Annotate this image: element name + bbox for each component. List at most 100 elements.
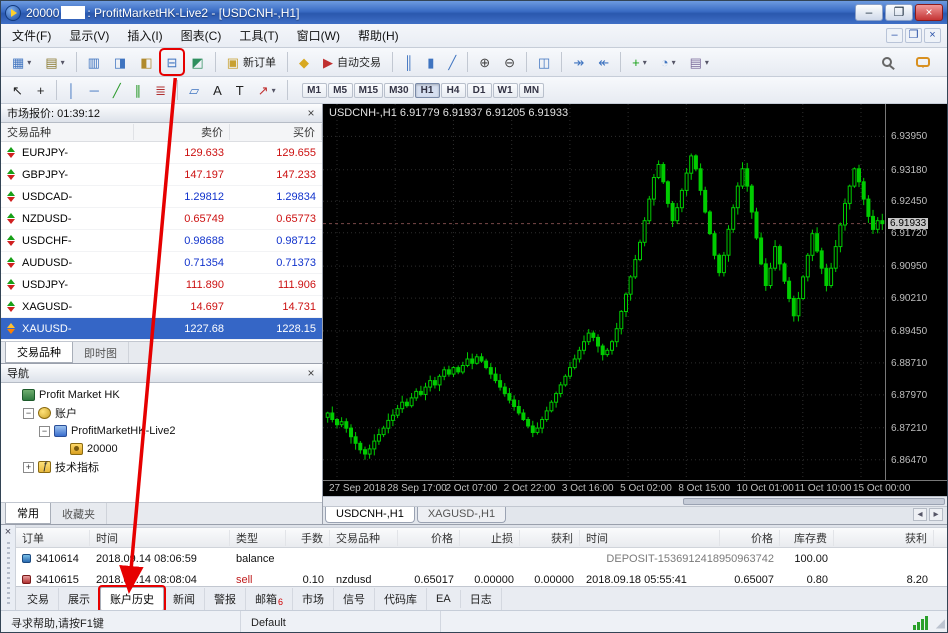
history-row[interactable]: 34106142018.09.14 08:06:59balanceDEPOSIT… — [16, 548, 947, 569]
chart-tab-usdcnh-h1[interactable]: USDCNH-,H1 — [325, 507, 415, 523]
profiles-button[interactable]: ▤▾ — [39, 50, 70, 74]
crosshair-button[interactable]: + — [31, 78, 51, 102]
terminal-tab-mailbox[interactable]: 邮箱6 — [246, 588, 293, 610]
scrollbar-thumb[interactable] — [683, 498, 945, 505]
terminal-tab-exposure[interactable]: 展示 — [59, 588, 100, 610]
timeframe-m1[interactable]: M1 — [302, 83, 327, 98]
terminal-button[interactable]: ⊟ — [161, 50, 184, 74]
market-watch-close-icon[interactable]: × — [304, 106, 318, 120]
column-header[interactable]: 止损 — [460, 530, 520, 546]
timeframe-m15[interactable]: M15 — [354, 83, 383, 98]
chart-usdcnh-h1[interactable]: USDCNH-,H1 6.91779 6.91937 6.91205 6.919… — [323, 104, 947, 496]
tree-item[interactable]: Profit Market HK — [1, 386, 322, 404]
new-order-button[interactable]: ▣新订单 — [221, 50, 282, 74]
column-header[interactable]: 时间 — [90, 530, 230, 546]
chart-scrollbar[interactable] — [323, 496, 947, 506]
vline-button[interactable]: │ — [62, 78, 82, 102]
mdi-close-button[interactable]: × — [924, 28, 941, 43]
history-row[interactable]: 34106152018.09.14 08:08:04sell0.10nzdusd… — [16, 569, 947, 586]
market-watch-row[interactable]: EURJPY-129.633129.655 — [1, 142, 322, 164]
new-chart-button[interactable]: ▦▾ — [6, 50, 37, 74]
menu-window[interactable]: 窗口(W) — [288, 24, 349, 47]
navigator-tab-common[interactable]: 常用 — [5, 503, 51, 524]
cursor-button[interactable]: ↖ — [6, 78, 29, 102]
tree-item[interactable]: −ProfitMarketHK-Live2 — [1, 422, 322, 440]
close-button[interactable]: × — [915, 4, 943, 21]
timeframe-m5[interactable]: M5 — [328, 83, 353, 98]
indicators-button[interactable]: +▾ — [626, 50, 653, 74]
timeframe-h4[interactable]: H4 — [441, 83, 466, 98]
autotrading-button[interactable]: ▶自动交易 — [317, 50, 387, 74]
arrows-tool-button[interactable]: ↗▾ — [252, 78, 282, 102]
column-header[interactable]: 订单 — [16, 530, 90, 546]
text-label-button[interactable]: T — [230, 78, 250, 102]
market-watch-row[interactable]: XAGUSD-14.69714.731 — [1, 296, 322, 318]
title-bar[interactable]: 20000: ProfitMarketHK-Live2 - [USDCNH-,H… — [1, 1, 947, 24]
candle-chart-button[interactable]: ▮ — [421, 50, 440, 74]
column-header[interactable]: 价格 — [720, 530, 780, 546]
restore-button[interactable]: ❐ — [885, 4, 913, 21]
chat-button[interactable] — [910, 50, 936, 74]
chart-tab-xagusd-h1[interactable]: XAGUSD-,H1 — [417, 507, 506, 523]
metaeditor-button[interactable]: ◆ — [293, 50, 315, 74]
terminal-tab-signals[interactable]: 信号 — [334, 588, 375, 610]
tree-item[interactable]: +技术指标 — [1, 458, 322, 476]
tree-item[interactable]: 20000 — [1, 440, 322, 458]
column-header[interactable]: 类型 — [230, 530, 286, 546]
terminal-tab-market[interactable]: 市场 — [293, 588, 334, 610]
market-watch-row[interactable]: USDJPY-111.890111.906 — [1, 274, 322, 296]
menu-file[interactable]: 文件(F) — [3, 24, 60, 47]
expand-icon[interactable]: + — [23, 462, 34, 473]
templates-button[interactable]: ▤▾ — [684, 50, 715, 74]
timeframe-mn[interactable]: MN — [519, 83, 545, 98]
line-chart-button[interactable]: ╱ — [442, 50, 462, 74]
market-watch-row[interactable]: NZDUSD-0.657490.65773 — [1, 208, 322, 230]
terminal-tab-alerts[interactable]: 警报 — [205, 588, 246, 610]
panel-grip[interactable] — [7, 542, 10, 606]
tree-item[interactable]: −账户 — [1, 404, 322, 422]
timeframe-w1[interactable]: W1 — [493, 83, 518, 98]
search-button[interactable] — [876, 50, 898, 74]
strategy-tester-button[interactable]: ◩ — [185, 50, 209, 74]
menu-insert[interactable]: 插入(I) — [118, 24, 171, 47]
bar-chart-button[interactable]: ║ — [398, 50, 419, 74]
column-header[interactable]: 获利 — [834, 530, 934, 546]
timeframe-m30[interactable]: M30 — [384, 83, 413, 98]
menu-tools[interactable]: 工具(T) — [230, 24, 287, 47]
market-watch-tab-symbols[interactable]: 交易品种 — [5, 342, 73, 363]
column-header[interactable]: 价格 — [398, 530, 460, 546]
zoom-out-button[interactable]: ⊖ — [498, 50, 521, 74]
market-watch-row[interactable]: XAUUSD-1227.681228.15 — [1, 318, 322, 340]
zoom-in-button[interactable]: ⊕ — [473, 50, 496, 74]
minimize-button[interactable]: – — [855, 4, 883, 21]
column-header[interactable]: 卖价 — [134, 124, 230, 140]
menu-view[interactable]: 显示(V) — [60, 24, 118, 47]
market-watch-row[interactable]: USDCAD-1.298121.29834 — [1, 186, 322, 208]
terminal-tab-news[interactable]: 新闻 — [164, 588, 205, 610]
collapse-icon[interactable]: − — [23, 408, 34, 419]
column-header[interactable]: 交易品种 — [330, 530, 398, 546]
terminal-tab-account-history[interactable]: 账户历史 — [100, 587, 164, 611]
market-watch-tab-tick-chart[interactable]: 即时图 — [73, 342, 129, 363]
column-header[interactable]: 库存费 — [780, 530, 834, 546]
market-watch-row[interactable]: AUDUSD-0.713540.71373 — [1, 252, 322, 274]
terminal-tab-journal[interactable]: 日志 — [461, 588, 502, 610]
menu-charts[interactable]: 图表(C) — [172, 24, 231, 47]
menu-help[interactable]: 帮助(H) — [349, 24, 408, 47]
resize-grip[interactable]: ◢ — [936, 616, 945, 630]
fibonacci-button[interactable]: ≣ — [149, 78, 172, 102]
terminal-tab-code-base[interactable]: 代码库 — [375, 588, 427, 610]
navigator-button[interactable]: ◧ — [134, 50, 158, 74]
mdi-restore-button[interactable]: ❐ — [905, 28, 922, 43]
mdi-minimize-button[interactable]: – — [886, 28, 903, 43]
market-watch-row[interactable]: USDCHF-0.986880.98712 — [1, 230, 322, 252]
market-watch-row[interactable]: GBPJPY-147.197147.233 — [1, 164, 322, 186]
navigator-tab-favorites[interactable]: 收藏夹 — [51, 503, 107, 524]
column-header[interactable]: 买价 — [230, 124, 322, 140]
auto-scroll-button[interactable]: ↠ — [567, 50, 590, 74]
tile-windows-button[interactable]: ◫ — [532, 50, 556, 74]
terminal-tab-ea[interactable]: EA — [427, 590, 461, 608]
periods-button[interactable]: ◔▾ — [655, 50, 682, 74]
chart-shift-button[interactable]: ↞ — [592, 50, 615, 74]
text-button[interactable]: A — [207, 78, 228, 102]
